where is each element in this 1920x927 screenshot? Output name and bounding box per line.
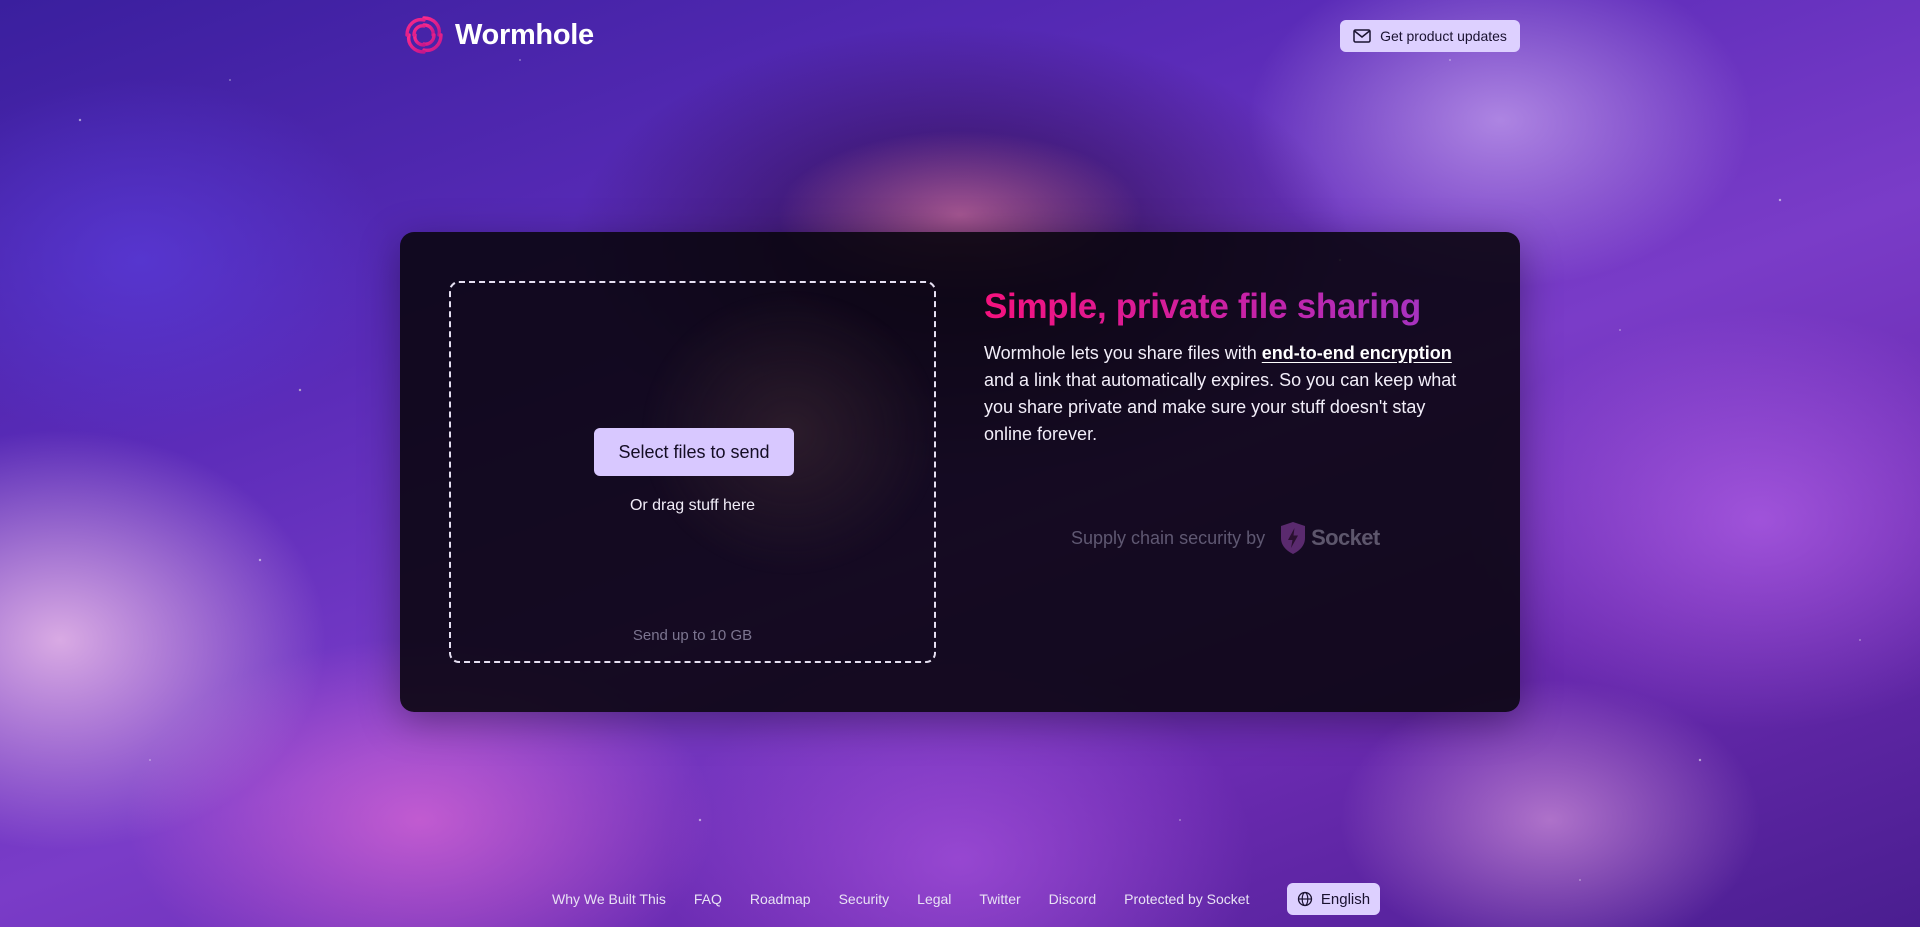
size-limit-text: Send up to 10 GB — [632, 627, 753, 644]
drag-hint-text: Or drag stuff here — [629, 497, 756, 514]
brand-home-link[interactable]: Wormhole — [403, 14, 594, 56]
socket-shield-icon — [1281, 522, 1306, 554]
main-card: Select files to send Or drag stuff here … — [400, 232, 1520, 712]
description-text-1: Wormhole lets you share files with — [984, 343, 1262, 363]
footer-link-faq[interactable]: FAQ — [694, 891, 722, 907]
footer-link-protected-by-socket[interactable]: Protected by Socket — [1124, 891, 1249, 907]
footer-link-why-we-built-this[interactable]: Why We Built This — [552, 891, 666, 907]
footer-link-roadmap[interactable]: Roadmap — [750, 891, 811, 907]
file-drop-zone[interactable]: Select files to send Or drag stuff here … — [449, 281, 936, 663]
globe-icon — [1297, 891, 1313, 907]
supply-chain-security[interactable]: Supply chain security by Socket — [1071, 520, 1380, 556]
footer-link-twitter[interactable]: Twitter — [979, 891, 1020, 907]
socket-name: Socket — [1311, 525, 1380, 550]
supply-chain-label: Supply chain security by — [1071, 527, 1266, 548]
encryption-link[interactable]: end-to-end encryption — [1262, 343, 1452, 363]
brand-name: Wormhole — [455, 18, 594, 51]
top-bar: Wormhole Get product updates — [0, 0, 1920, 74]
description-text-2: and a link that automatically expires. S… — [984, 370, 1457, 444]
footer-link-discord[interactable]: Discord — [1049, 891, 1096, 907]
footer: Why We Built This FAQ Roadmap Security L… — [0, 882, 1920, 916]
footer-link-security[interactable]: Security — [839, 891, 890, 907]
info-panel: Simple, private file sharing Wormhole le… — [984, 286, 1484, 554]
socket-logo: Socket — [1279, 521, 1380, 555]
updates-button-label: Get product updates — [1380, 28, 1507, 44]
description: Wormhole lets you share files with end-t… — [984, 340, 1474, 448]
language-label: English — [1320, 890, 1371, 908]
get-product-updates-button[interactable]: Get product updates — [1340, 20, 1520, 52]
page-title: Simple, private file sharing — [984, 286, 1484, 328]
mail-icon — [1353, 29, 1371, 43]
select-files-button[interactable]: Select files to send — [594, 428, 794, 476]
footer-nav: Why We Built This FAQ Roadmap Security L… — [552, 882, 1277, 916]
footer-link-legal[interactable]: Legal — [917, 891, 951, 907]
wormhole-logo-icon — [405, 16, 443, 54]
language-selector-button[interactable]: English — [1287, 883, 1380, 915]
